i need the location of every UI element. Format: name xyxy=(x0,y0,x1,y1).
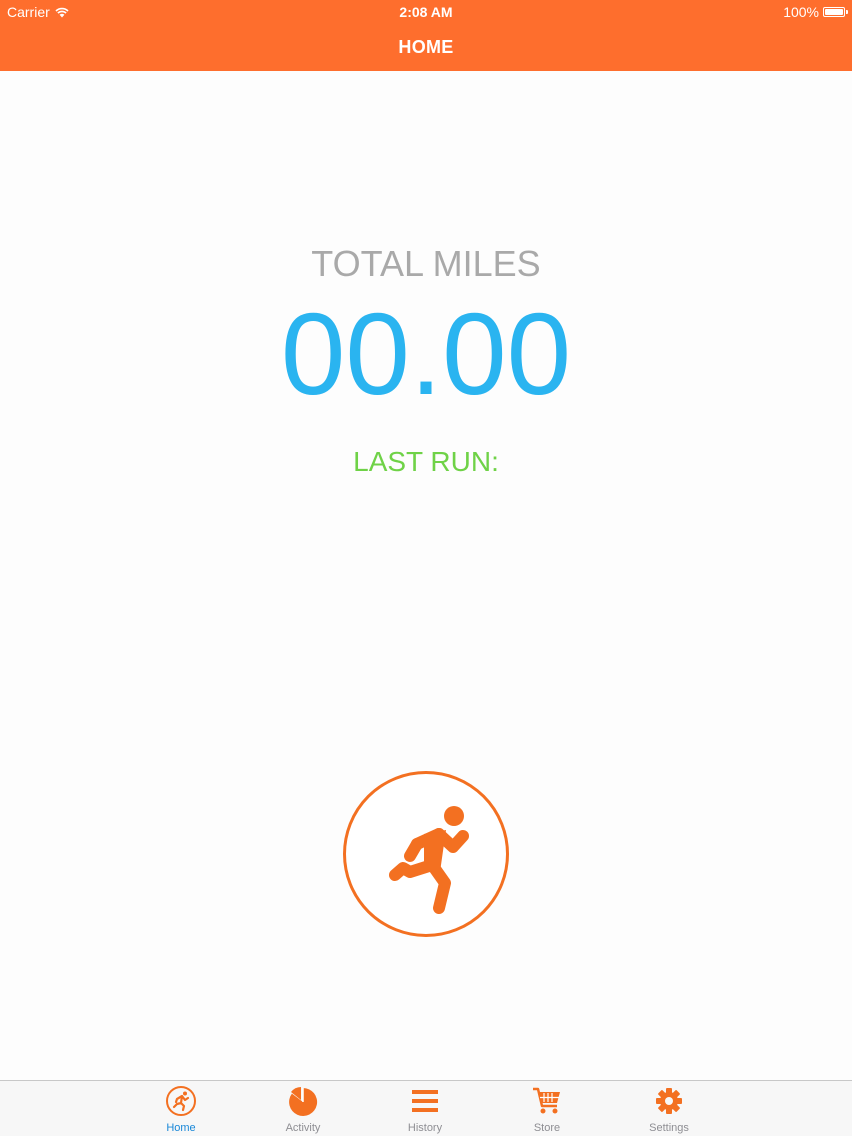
tab-store[interactable]: Store xyxy=(507,1085,587,1135)
last-run-label: LAST RUN: xyxy=(353,446,499,477)
tab-activity-label: Activity xyxy=(285,1122,321,1134)
page-title: HOME xyxy=(398,37,454,57)
pie-chart-icon xyxy=(289,1087,318,1116)
battery-percent: 100% xyxy=(783,4,819,20)
tab-home-label: Home xyxy=(166,1122,196,1134)
tab-store-label: Store xyxy=(533,1122,561,1134)
gear-icon xyxy=(656,1088,682,1114)
total-miles-value: 00.00 xyxy=(280,289,572,419)
status-bar: Carrier 2:08 AM 100% xyxy=(0,0,852,24)
tab-history[interactable]: History xyxy=(385,1085,465,1135)
running-person-icon xyxy=(166,1086,196,1116)
running-person-icon xyxy=(389,806,469,914)
tab-activity[interactable]: Activity xyxy=(263,1085,343,1135)
navigation-header: Carrier 2:08 AM 100% HOME xyxy=(0,0,852,71)
battery-indicator: 100% xyxy=(783,4,848,20)
total-miles-label: TOTAL MILES xyxy=(311,243,541,284)
tab-settings-label: Settings xyxy=(649,1122,689,1134)
start-run-button[interactable] xyxy=(343,771,509,937)
list-icon xyxy=(412,1090,438,1112)
home-screen: Carrier 2:08 AM 100% HOME TOTAL MILES 00… xyxy=(0,0,852,1136)
battery-icon xyxy=(823,7,848,17)
tab-bar: Home Activity History Store Settings xyxy=(0,1080,852,1136)
tab-settings[interactable]: Settings xyxy=(629,1085,709,1135)
status-time: 2:08 AM xyxy=(399,4,453,20)
tab-home[interactable]: Home xyxy=(141,1085,221,1135)
tab-history-label: History xyxy=(407,1122,443,1134)
cart-icon xyxy=(533,1087,560,1114)
